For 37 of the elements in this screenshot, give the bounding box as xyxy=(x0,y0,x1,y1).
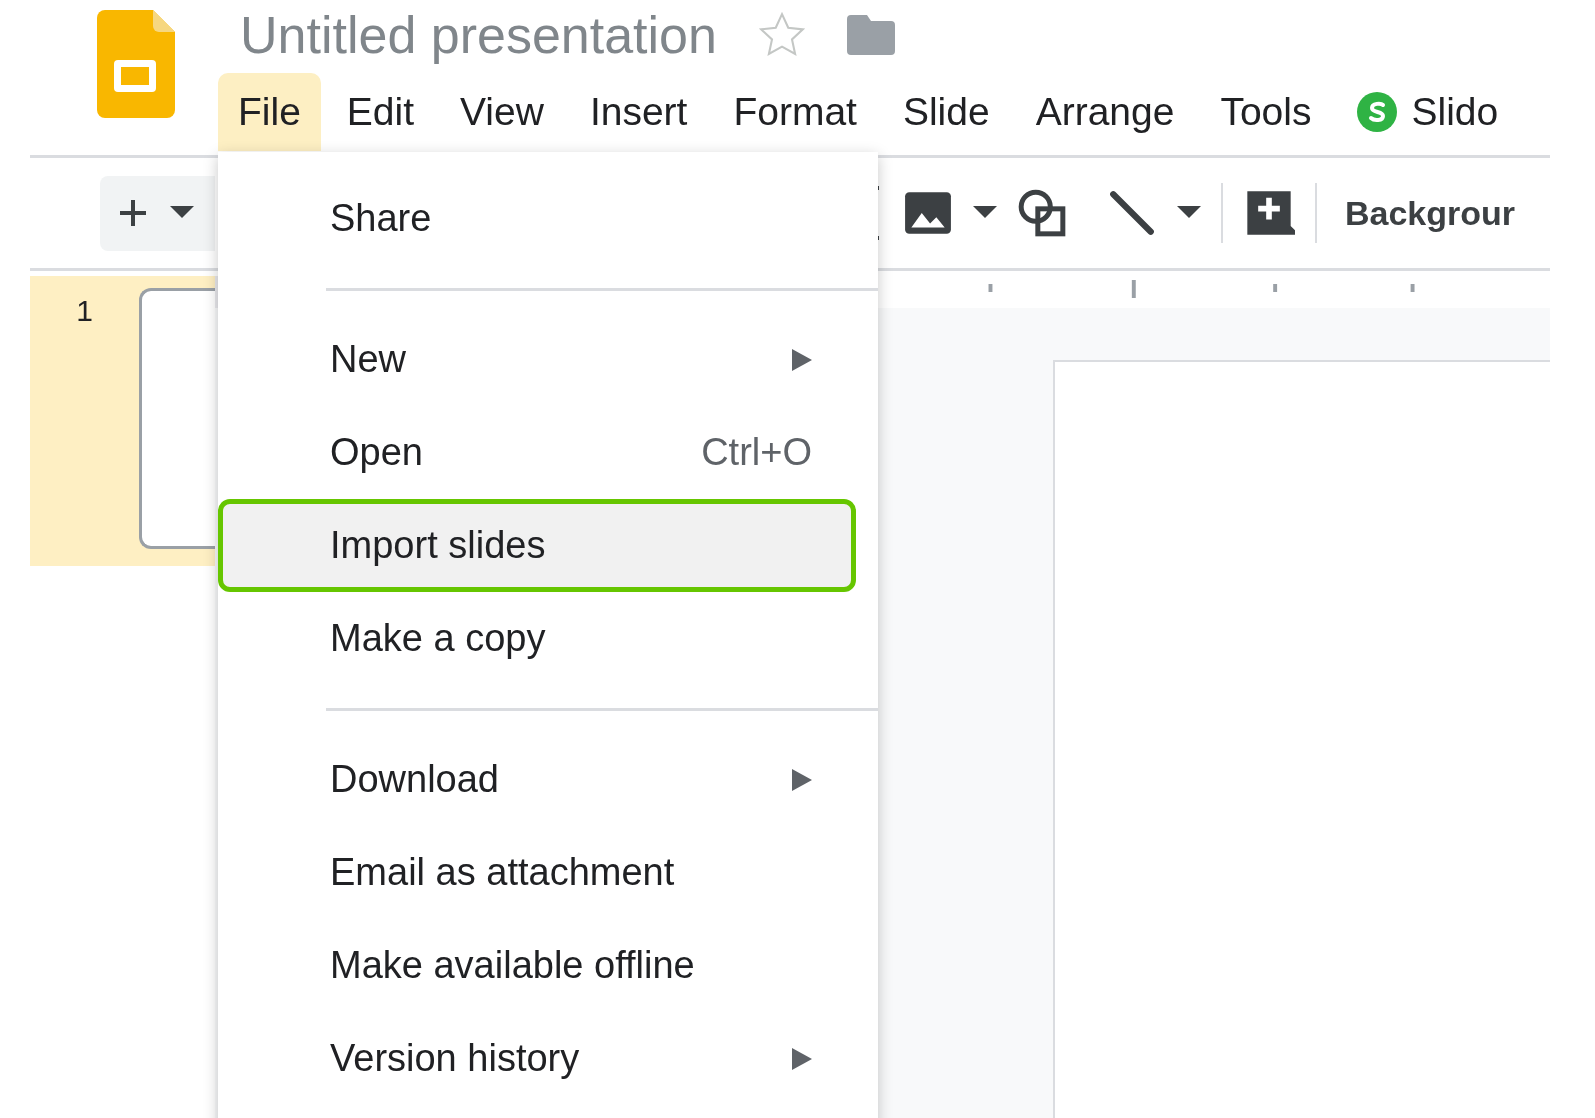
menu-item[interactable]: Arrange xyxy=(1015,73,1195,151)
menu-option[interactable]: Import slides xyxy=(218,499,856,592)
menu-item[interactable]: Slido xyxy=(1337,73,1519,151)
menu-item[interactable]: Edit xyxy=(326,73,435,151)
menu-item[interactable]: File xyxy=(218,73,321,151)
submenu-arrow-icon xyxy=(792,348,812,371)
menu-option[interactable]: Open Ctrl+O xyxy=(218,406,878,499)
line-icon[interactable] xyxy=(1107,188,1157,238)
presentation-title[interactable]: Untitled presentation xyxy=(240,5,717,65)
menu-option[interactable]: Make available offline xyxy=(218,919,878,1012)
slido-logo-icon xyxy=(1357,92,1398,132)
menu-item[interactable]: Insert xyxy=(569,73,708,151)
menu-option[interactable]: Email as attachment xyxy=(218,826,878,919)
background-button[interactable]: Backgrour xyxy=(1345,193,1516,233)
menu-option[interactable]: Version history xyxy=(218,1012,878,1105)
menu-option[interactable]: Download xyxy=(218,733,878,826)
caret-icon xyxy=(973,206,997,220)
menu-item[interactable]: Tools xyxy=(1200,73,1332,151)
menu-option[interactable]: New xyxy=(218,313,878,406)
menu-item[interactable]: View xyxy=(440,73,564,151)
caret-icon xyxy=(1177,206,1201,220)
menu-item[interactable]: Format xyxy=(713,73,877,151)
slide-number: 1 xyxy=(75,293,94,329)
shortcut-text: Ctrl+O xyxy=(701,431,812,474)
plus-icon xyxy=(118,198,148,228)
new-slide-button[interactable] xyxy=(100,175,215,251)
submenu-arrow-icon xyxy=(792,1047,812,1070)
caret-icon xyxy=(170,206,194,220)
submenu-arrow-icon xyxy=(792,768,812,791)
slide-thumbnail-row[interactable]: 1 xyxy=(30,276,215,566)
shape-icon[interactable] xyxy=(1017,188,1067,238)
menu-option[interactable]: Make a copy xyxy=(218,592,878,685)
slides-logo-icon xyxy=(97,10,175,118)
folder-icon[interactable] xyxy=(846,14,895,56)
menu-option[interactable]: Share xyxy=(218,172,878,265)
slide-thumbnail[interactable] xyxy=(139,288,215,549)
menu-item[interactable]: Slide xyxy=(882,73,1010,151)
